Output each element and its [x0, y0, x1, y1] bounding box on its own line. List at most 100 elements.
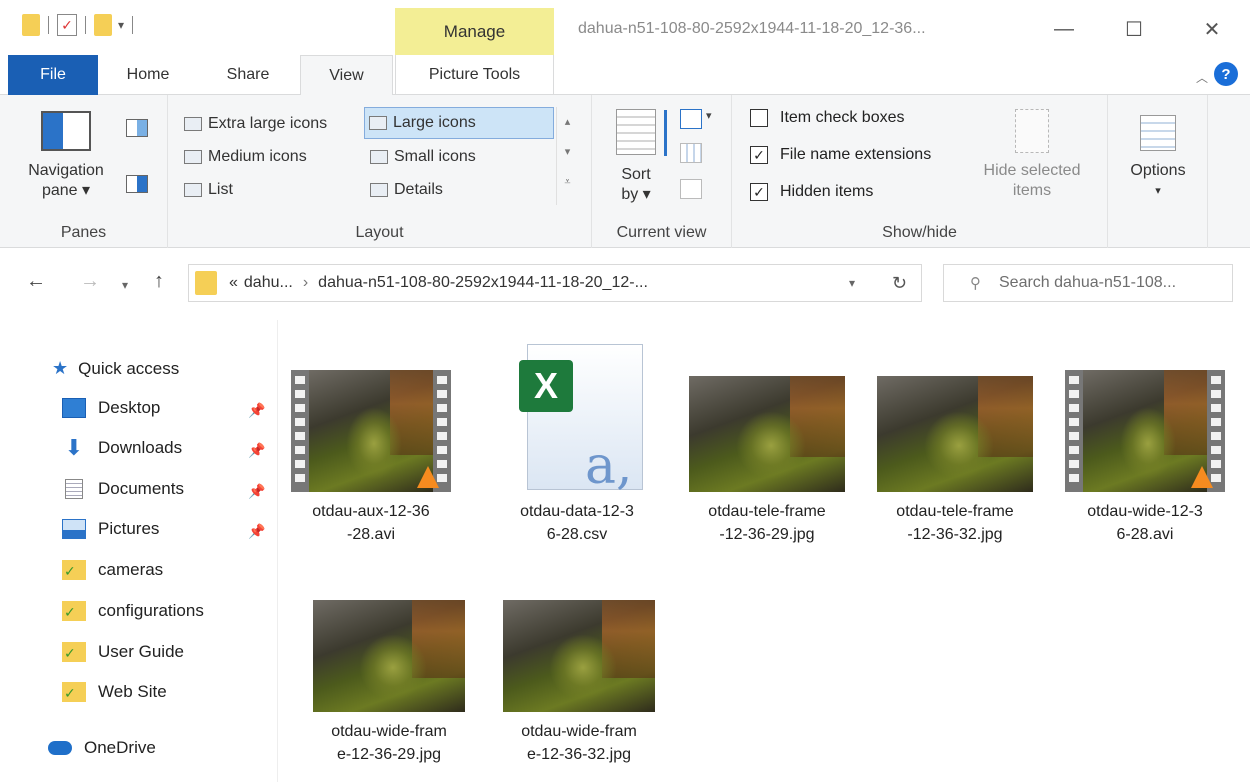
- layout-extra-large-icons[interactable]: Extra large icons: [180, 109, 364, 139]
- layout-details[interactable]: Details: [366, 175, 550, 205]
- folder-icon: ✓: [62, 682, 86, 702]
- maximize-button[interactable]: ☐: [1114, 14, 1154, 44]
- address-bar[interactable]: « dahu... › dahua-n51-108-80-2592x1944-1…: [188, 264, 922, 302]
- back-arrow-icon[interactable]: ←: [26, 270, 46, 293]
- minimize-button[interactable]: —: [1044, 14, 1084, 44]
- layout-gallery-scroll[interactable]: ▴ ▾ ⩡: [556, 107, 578, 205]
- navpane-item-cameras[interactable]: ✓ cameras: [62, 560, 163, 580]
- documents-icon: [65, 479, 83, 499]
- refresh-icon[interactable]: ↻: [892, 273, 907, 294]
- search-input[interactable]: Search dahua-n51-108...: [999, 274, 1176, 292]
- close-button[interactable]: ✕: [1192, 14, 1232, 44]
- quick-access-item[interactable]: ★ Quick access: [52, 358, 179, 379]
- collapse-ribbon-icon[interactable]: ︿: [1196, 69, 1208, 86]
- navpane-item-user-guide[interactable]: ✓ User Guide: [62, 642, 184, 662]
- forward-arrow-icon[interactable]: →: [80, 270, 100, 293]
- file-name: otdau-data-12-3 6-28.csv: [520, 503, 634, 543]
- item-check-boxes-label: Item check boxes: [780, 109, 905, 126]
- file-item[interactable]: X a, otdau-data-12-3 6-28.csv: [487, 344, 667, 546]
- navpane-item-label: Web Site: [98, 682, 167, 701]
- preview-pane-icon[interactable]: [126, 119, 148, 137]
- navpane-item-configurations[interactable]: ✓ configurations: [62, 601, 204, 621]
- hidden-items-label: Hidden items: [780, 183, 874, 200]
- size-columns-icon[interactable]: [680, 179, 702, 199]
- hidden-items-option[interactable]: ✓ Hidden items: [750, 183, 873, 201]
- gallery-more-icon[interactable]: ⩡: [557, 167, 578, 197]
- navpane-item-downloads[interactable]: ⬇ Downloads: [62, 437, 182, 459]
- tab-picture-tools[interactable]: Picture Tools: [395, 55, 554, 95]
- address-overflow[interactable]: «: [229, 274, 238, 292]
- add-columns-icon[interactable]: [680, 143, 702, 163]
- panes-group: Navigation pane ▾ Panes: [0, 95, 168, 248]
- layout-large-icons[interactable]: Large icons: [364, 107, 554, 139]
- pin-icon[interactable]: 📌: [248, 402, 265, 419]
- navpane-item-documents[interactable]: Documents: [62, 479, 184, 499]
- breadcrumb-separator[interactable]: ›: [303, 274, 308, 292]
- navpane-item-web-site[interactable]: ✓ Web Site: [62, 682, 167, 702]
- pin-icon[interactable]: 📌: [248, 523, 265, 540]
- file-item[interactable]: otdau-tele-frame -12-36-32.jpg: [865, 376, 1045, 546]
- navpane-item-pictures[interactable]: Pictures: [62, 519, 159, 539]
- breadcrumb-parent[interactable]: dahu...: [244, 274, 293, 292]
- scroll-up-icon[interactable]: ▴: [557, 107, 578, 137]
- item-check-boxes-option[interactable]: Item check boxes: [750, 109, 905, 127]
- layout-item-label: List: [208, 181, 233, 198]
- file-item[interactable]: otdau-wide-fram e-12-36-32.jpg: [489, 600, 669, 766]
- item-check-boxes-checkbox[interactable]: [750, 109, 768, 127]
- layout-small-icons[interactable]: Small icons: [366, 142, 550, 172]
- hidden-items-checkbox[interactable]: ✓: [750, 183, 768, 201]
- folder-icon[interactable]: [22, 14, 40, 36]
- vlc-icon: [417, 466, 439, 488]
- recent-locations-icon[interactable]: ▾: [122, 278, 128, 292]
- hide-selected-items-button[interactable]: Hide selected items: [968, 109, 1096, 201]
- scroll-down-icon[interactable]: ▾: [557, 137, 578, 167]
- properties-icon[interactable]: ✓: [57, 14, 77, 36]
- navigation-pane-button[interactable]: Navigation pane ▾: [16, 111, 116, 201]
- file-item[interactable]: otdau-aux-12-36 -28.avi: [281, 370, 461, 546]
- current-view-group: Sort by ▾ ▾ Current view: [592, 95, 732, 248]
- navpane-item-desktop[interactable]: Desktop: [62, 398, 160, 418]
- details-pane-icon[interactable]: [126, 175, 148, 193]
- window-title: dahua-n51-108-80-2592x1944-11-18-20_12-3…: [578, 20, 926, 37]
- file-name-extensions-checkbox[interactable]: ✓: [750, 146, 768, 164]
- video-thumbnail: [1065, 370, 1225, 492]
- tab-file[interactable]: File: [8, 55, 98, 95]
- desktop-icon: [62, 398, 86, 418]
- search-box[interactable]: ⚲ Search dahua-n51-108...: [943, 264, 1233, 302]
- medium-icons-icon: [184, 150, 202, 164]
- folder-icon: ✓: [62, 601, 86, 621]
- navpane-item-label: OneDrive: [84, 738, 156, 757]
- file-item[interactable]: otdau-wide-fram e-12-36-29.jpg: [299, 600, 479, 766]
- navpane-item-label: Pictures: [98, 519, 160, 538]
- sort-by-button[interactable]: Sort by ▾: [606, 109, 667, 205]
- breadcrumb-current[interactable]: dahua-n51-108-80-2592x1944-11-18-20_12-.…: [318, 274, 648, 292]
- layout-medium-icons[interactable]: Medium icons: [180, 142, 364, 172]
- navpane-item-label: Desktop: [98, 398, 161, 417]
- file-item[interactable]: otdau-tele-frame -12-36-29.jpg: [677, 376, 857, 546]
- options-button[interactable]: Options ▾: [1114, 115, 1202, 201]
- tab-manage[interactable]: Manage: [395, 8, 554, 55]
- group-by-icon[interactable]: [680, 109, 702, 129]
- layout-group-label: Layout: [355, 224, 404, 241]
- options-group: Options ▾: [1108, 95, 1208, 248]
- navigation-pane-label: Navigation: [28, 162, 104, 179]
- navpane-item-onedrive[interactable]: OneDrive: [48, 738, 156, 758]
- image-thumbnail: [877, 376, 1033, 492]
- pin-icon[interactable]: 📌: [248, 442, 265, 459]
- up-arrow-icon[interactable]: ↑: [154, 270, 164, 293]
- customize-toolbar-icon[interactable]: ▾: [118, 18, 124, 32]
- ribbon-tabs: File Home Share View Picture Tools ︿ ?: [0, 55, 1250, 96]
- address-dropdown-icon[interactable]: ▾: [849, 276, 855, 290]
- show-hide-group-label: Show/hide: [882, 224, 957, 241]
- cloud-icon: [48, 741, 72, 755]
- help-icon[interactable]: ?: [1214, 62, 1238, 86]
- group-by-caret-icon[interactable]: ▾: [706, 109, 712, 122]
- tab-share[interactable]: Share: [218, 55, 278, 95]
- file-name-extensions-option[interactable]: ✓ File name extensions: [750, 146, 931, 164]
- file-item[interactable]: otdau-wide-12-3 6-28.avi: [1055, 370, 1235, 546]
- layout-list[interactable]: List: [180, 175, 364, 205]
- tab-home[interactable]: Home: [118, 55, 178, 95]
- tab-view[interactable]: View: [300, 55, 393, 96]
- pin-icon[interactable]: 📌: [248, 483, 265, 500]
- new-folder-icon[interactable]: [94, 14, 112, 36]
